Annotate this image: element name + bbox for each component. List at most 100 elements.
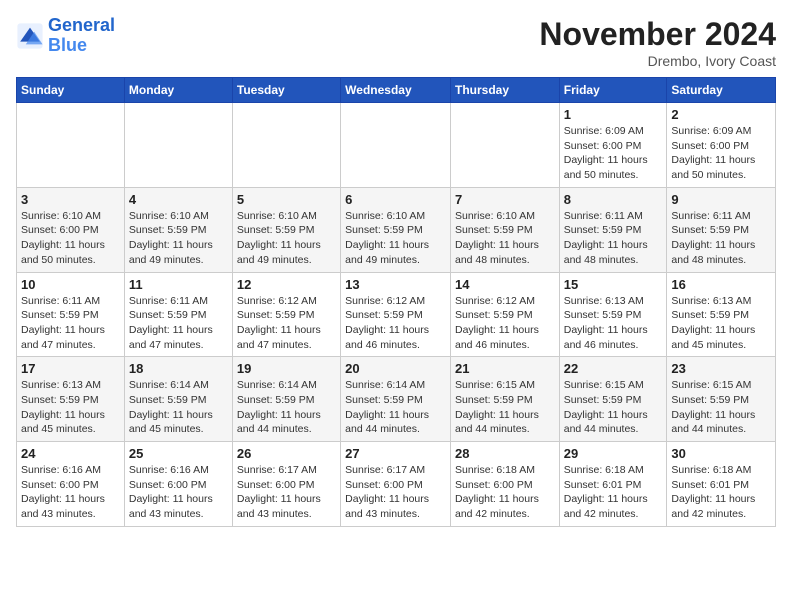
calendar-cell: 26 Sunrise: 6:17 AM Sunset: 6:00 PM Dayli… [232,442,340,527]
day-number: 17 [21,361,120,376]
calendar-cell: 23 Sunrise: 6:15 AM Sunset: 5:59 PM Dayli… [667,357,776,442]
day-info: Sunrise: 6:17 AM Sunset: 6:00 PM Dayligh… [237,463,336,522]
day-number: 23 [671,361,771,376]
day-info: Sunrise: 6:18 AM Sunset: 6:01 PM Dayligh… [564,463,663,522]
calendar-cell: 17 Sunrise: 6:13 AM Sunset: 5:59 PM Dayli… [17,357,125,442]
day-number: 13 [345,277,446,292]
day-number: 24 [21,446,120,461]
day-info: Sunrise: 6:10 AM Sunset: 5:59 PM Dayligh… [237,209,336,268]
calendar-cell: 14 Sunrise: 6:12 AM Sunset: 5:59 PM Dayli… [450,272,559,357]
weekday-header-wednesday: Wednesday [341,78,451,103]
month-title: November 2024 [539,16,776,53]
calendar-cell: 19 Sunrise: 6:14 AM Sunset: 5:59 PM Dayli… [232,357,340,442]
calendar-cell: 1 Sunrise: 6:09 AM Sunset: 6:00 PM Daylig… [559,103,667,188]
day-info: Sunrise: 6:13 AM Sunset: 5:59 PM Dayligh… [564,294,663,353]
header: General Blue November 2024 Drembo, Ivory… [16,16,776,69]
day-info: Sunrise: 6:13 AM Sunset: 5:59 PM Dayligh… [671,294,771,353]
calendar-cell: 5 Sunrise: 6:10 AM Sunset: 5:59 PM Daylig… [232,187,340,272]
calendar-cell: 18 Sunrise: 6:14 AM Sunset: 5:59 PM Dayli… [124,357,232,442]
day-info: Sunrise: 6:15 AM Sunset: 5:59 PM Dayligh… [564,378,663,437]
day-number: 5 [237,192,336,207]
calendar-cell [17,103,125,188]
day-info: Sunrise: 6:10 AM Sunset: 5:59 PM Dayligh… [455,209,555,268]
weekday-header-thursday: Thursday [450,78,559,103]
weekday-header-sunday: Sunday [17,78,125,103]
day-info: Sunrise: 6:11 AM Sunset: 5:59 PM Dayligh… [21,294,120,353]
day-number: 19 [237,361,336,376]
day-number: 20 [345,361,446,376]
logo-icon [16,22,44,50]
calendar-cell: 7 Sunrise: 6:10 AM Sunset: 5:59 PM Daylig… [450,187,559,272]
day-info: Sunrise: 6:09 AM Sunset: 6:00 PM Dayligh… [564,124,663,183]
calendar-cell: 22 Sunrise: 6:15 AM Sunset: 5:59 PM Dayli… [559,357,667,442]
calendar-cell: 28Sunrise: 6:18 AM Sunset: 6:00 PM Dayli… [450,442,559,527]
day-number: 18 [129,361,228,376]
day-info: Sunrise: 6:16 AM Sunset: 6:00 PM Dayligh… [129,463,228,522]
calendar-cell: 10 Sunrise: 6:11 AM Sunset: 5:59 PM Dayli… [17,272,125,357]
weekday-header-tuesday: Tuesday [232,78,340,103]
calendar-cell: 29Sunrise: 6:18 AM Sunset: 6:01 PM Dayli… [559,442,667,527]
calendar-cell: 4 Sunrise: 6:10 AM Sunset: 5:59 PM Daylig… [124,187,232,272]
day-number: 1 [564,107,663,122]
day-number: 8 [564,192,663,207]
logo: General Blue [16,16,115,56]
calendar-cell [232,103,340,188]
day-info: Sunrise: 6:12 AM Sunset: 5:59 PM Dayligh… [455,294,555,353]
day-info: Sunrise: 6:12 AM Sunset: 5:59 PM Dayligh… [345,294,446,353]
day-info: Sunrise: 6:15 AM Sunset: 5:59 PM Dayligh… [455,378,555,437]
calendar-cell: 2Sunrise: 6:09 AM Sunset: 6:00 PM Daylig… [667,103,776,188]
day-number: 3 [21,192,120,207]
day-info: Sunrise: 6:14 AM Sunset: 5:59 PM Dayligh… [345,378,446,437]
day-info: Sunrise: 6:13 AM Sunset: 5:59 PM Dayligh… [21,378,120,437]
day-info: Sunrise: 6:10 AM Sunset: 5:59 PM Dayligh… [345,209,446,268]
day-number: 15 [564,277,663,292]
calendar-cell [450,103,559,188]
calendar-cell: 25 Sunrise: 6:16 AM Sunset: 6:00 PM Dayli… [124,442,232,527]
day-number: 30 [671,446,771,461]
weekday-header-friday: Friday [559,78,667,103]
day-info: Sunrise: 6:09 AM Sunset: 6:00 PM Dayligh… [671,124,771,183]
day-info: Sunrise: 6:11 AM Sunset: 5:59 PM Dayligh… [129,294,228,353]
calendar-cell [124,103,232,188]
day-number: 4 [129,192,228,207]
day-info: Sunrise: 6:14 AM Sunset: 5:59 PM Dayligh… [129,378,228,437]
day-info: Sunrise: 6:14 AM Sunset: 5:59 PM Dayligh… [237,378,336,437]
calendar-cell: 24 Sunrise: 6:16 AM Sunset: 6:00 PM Dayli… [17,442,125,527]
calendar-cell [341,103,451,188]
weekday-header-monday: Monday [124,78,232,103]
title-area: November 2024 Drembo, Ivory Coast [539,16,776,69]
calendar-cell: 27Sunrise: 6:17 AM Sunset: 6:00 PM Dayli… [341,442,451,527]
day-number: 22 [564,361,663,376]
calendar-cell: 12Sunrise: 6:12 AM Sunset: 5:59 PM Dayli… [232,272,340,357]
day-info: Sunrise: 6:10 AM Sunset: 5:59 PM Dayligh… [129,209,228,268]
day-number: 11 [129,277,228,292]
day-number: 26 [237,446,336,461]
day-number: 14 [455,277,555,292]
calendar-cell: 3Sunrise: 6:10 AM Sunset: 6:00 PM Daylig… [17,187,125,272]
day-info: Sunrise: 6:15 AM Sunset: 5:59 PM Dayligh… [671,378,771,437]
location: Drembo, Ivory Coast [539,53,776,69]
calendar-cell: 11 Sunrise: 6:11 AM Sunset: 5:59 PM Dayli… [124,272,232,357]
day-info: Sunrise: 6:12 AM Sunset: 5:59 PM Dayligh… [237,294,336,353]
day-number: 6 [345,192,446,207]
day-info: Sunrise: 6:18 AM Sunset: 6:01 PM Dayligh… [671,463,771,522]
day-info: Sunrise: 6:11 AM Sunset: 5:59 PM Dayligh… [671,209,771,268]
weekday-header-saturday: Saturday [667,78,776,103]
day-number: 7 [455,192,555,207]
logo-text: General Blue [48,16,115,56]
day-number: 10 [21,277,120,292]
day-info: Sunrise: 6:16 AM Sunset: 6:00 PM Dayligh… [21,463,120,522]
calendar-cell: 6 Sunrise: 6:10 AM Sunset: 5:59 PM Daylig… [341,187,451,272]
day-number: 25 [129,446,228,461]
calendar-cell: 20 Sunrise: 6:14 AM Sunset: 5:59 PM Dayli… [341,357,451,442]
calendar-cell: 8Sunrise: 6:11 AM Sunset: 5:59 PM Daylig… [559,187,667,272]
day-number: 21 [455,361,555,376]
day-number: 16 [671,277,771,292]
calendar-cell: 15 Sunrise: 6:13 AM Sunset: 5:59 PM Dayli… [559,272,667,357]
calendar-cell: 21 Sunrise: 6:15 AM Sunset: 5:59 PM Dayli… [450,357,559,442]
day-info: Sunrise: 6:18 AM Sunset: 6:00 PM Dayligh… [455,463,555,522]
day-number: 9 [671,192,771,207]
day-info: Sunrise: 6:17 AM Sunset: 6:00 PM Dayligh… [345,463,446,522]
calendar-cell: 13 Sunrise: 6:12 AM Sunset: 5:59 PM Dayli… [341,272,451,357]
calendar-cell: 30 Sunrise: 6:18 AM Sunset: 6:01 PM Dayli… [667,442,776,527]
